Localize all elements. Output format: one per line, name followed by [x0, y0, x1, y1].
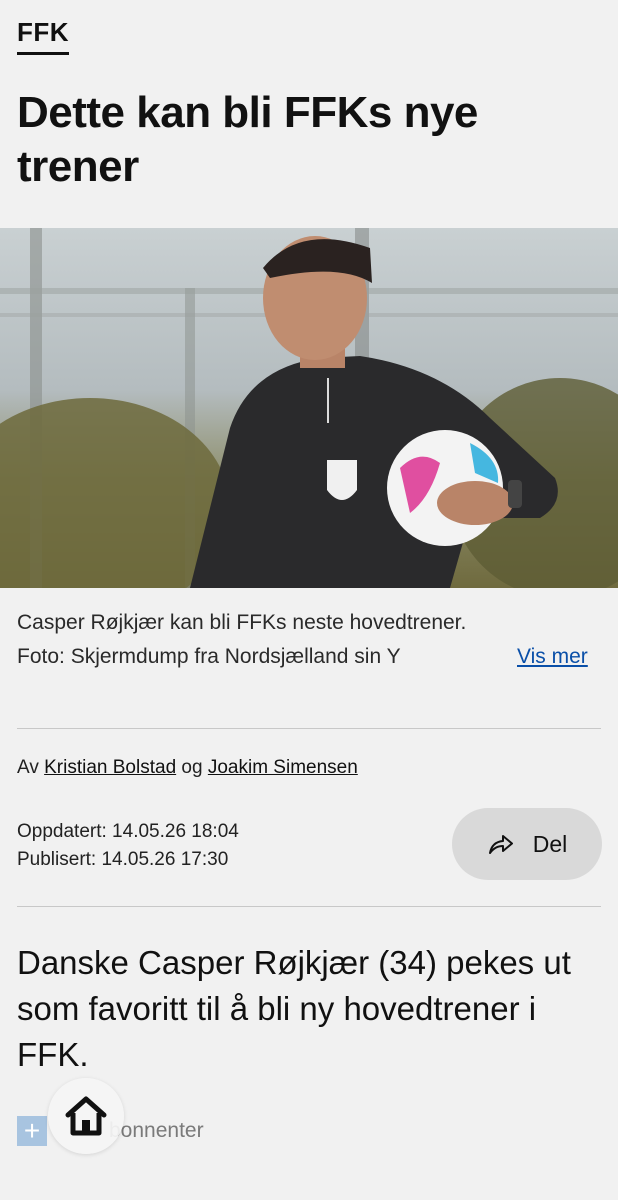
share-arrow-icon	[488, 835, 513, 854]
article-lead: Danske Casper Røjkjær (34) pekes ut som …	[17, 944, 571, 1073]
share-button[interactable]: Del	[452, 808, 602, 880]
home-button[interactable]	[48, 1078, 124, 1154]
hero-photo	[0, 228, 618, 588]
section-tag[interactable]: FFK	[17, 17, 70, 55]
caption-line-2: Foto: Skjermdump fra Nordsjælland sin Y	[17, 645, 401, 668]
divider-bottom	[17, 906, 601, 907]
published-date: Publisert: 14.05.26 17:30	[17, 849, 229, 870]
image-caption: Casper Røjkjær kan bli FFKs neste hovedt…	[17, 606, 607, 674]
author-link-1[interactable]: Kristian Bolstad	[44, 757, 176, 778]
author-link-2[interactable]: Joakim Simensen	[208, 757, 358, 778]
updated-date: Oppdatert: 14.05.26 18:04	[17, 821, 239, 842]
hero-image[interactable]	[0, 228, 618, 588]
byline-prefix: Av	[17, 757, 39, 778]
byline-and: og	[181, 757, 203, 778]
plus-icon: +	[17, 1116, 47, 1146]
caption-line-1: Casper Røjkjær kan bli FFKs neste hovedt…	[17, 611, 467, 634]
vis-mer-link[interactable]: Vis mer	[517, 640, 588, 674]
byline: Av Kristian Bolstad og Joakim Simensen	[17, 757, 358, 779]
article-dates: Oppdatert: 14.05.26 18:04 Publisert: 14.…	[17, 818, 239, 874]
article-headline: Dette kan bli FFKs nye trener	[17, 88, 478, 191]
divider-top	[17, 728, 601, 729]
home-icon	[65, 1096, 107, 1136]
share-label: Del	[532, 830, 568, 857]
